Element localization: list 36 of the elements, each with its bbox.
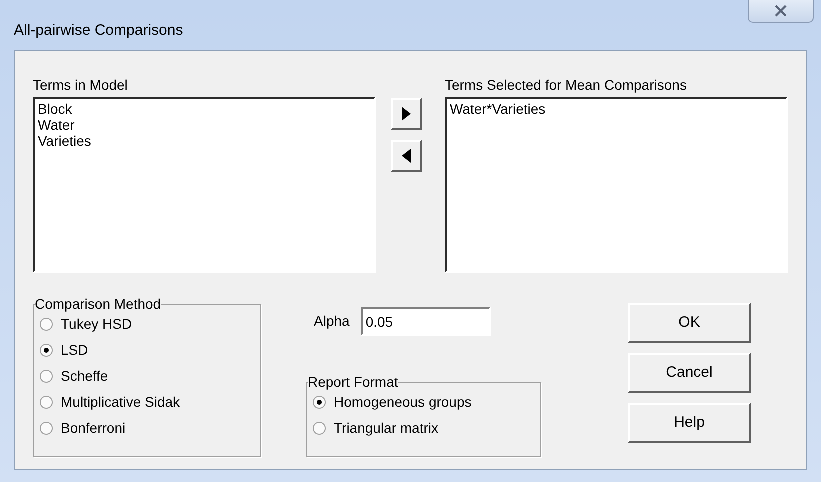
help-button[interactable]: Help (628, 403, 751, 443)
group-label: Report Format (308, 375, 398, 389)
radio-button[interactable] (40, 422, 53, 434)
remove-button[interactable] (391, 140, 422, 172)
add-button[interactable] (391, 98, 422, 130)
window-title: All-pairwise Comparisons (13, 21, 184, 41)
list-item[interactable]: Block (38, 101, 72, 117)
radio-button[interactable] (313, 396, 326, 408)
list-label: Terms Selected for Mean Comparisons (444, 77, 687, 93)
radio-button[interactable] (40, 396, 53, 408)
left-triangle-icon (402, 149, 412, 163)
radio-label[interactable]: Homogeneous groups (334, 392, 472, 412)
radio-label[interactable]: Multiplicative Sidak (61, 392, 180, 412)
close-button[interactable] (748, 0, 814, 23)
radio-button[interactable] (40, 344, 53, 356)
ok-button[interactable]: OK (628, 303, 751, 343)
selected-terms-list[interactable]: Water*Varieties (444, 97, 788, 273)
radio-button[interactable] (40, 318, 53, 330)
radio-label[interactable]: Tukey HSD (61, 314, 132, 334)
radio-label[interactable]: Bonferroni (61, 418, 126, 438)
terms-list[interactable]: Block Water Varieties (33, 97, 376, 273)
radio-label[interactable]: Triangular matrix (334, 418, 439, 438)
cancel-button[interactable]: Cancel (628, 353, 751, 393)
radio-button[interactable] (40, 370, 53, 382)
right-triangle-icon (402, 107, 412, 121)
list-item[interactable]: Water*Varieties (450, 101, 546, 117)
group-label: Comparison Method (35, 297, 162, 311)
list-item[interactable]: Varieties (38, 133, 92, 149)
radio-label[interactable]: LSD (61, 340, 88, 360)
alpha-field[interactable]: 0.05 (360, 307, 491, 336)
alpha-label: Alpha (314, 312, 350, 331)
radio-label[interactable]: Scheffe (61, 366, 108, 386)
list-label: Terms in Model (33, 77, 128, 93)
list-item[interactable]: Water (38, 117, 75, 133)
close-icon (774, 5, 788, 17)
radio-button[interactable] (313, 422, 326, 434)
